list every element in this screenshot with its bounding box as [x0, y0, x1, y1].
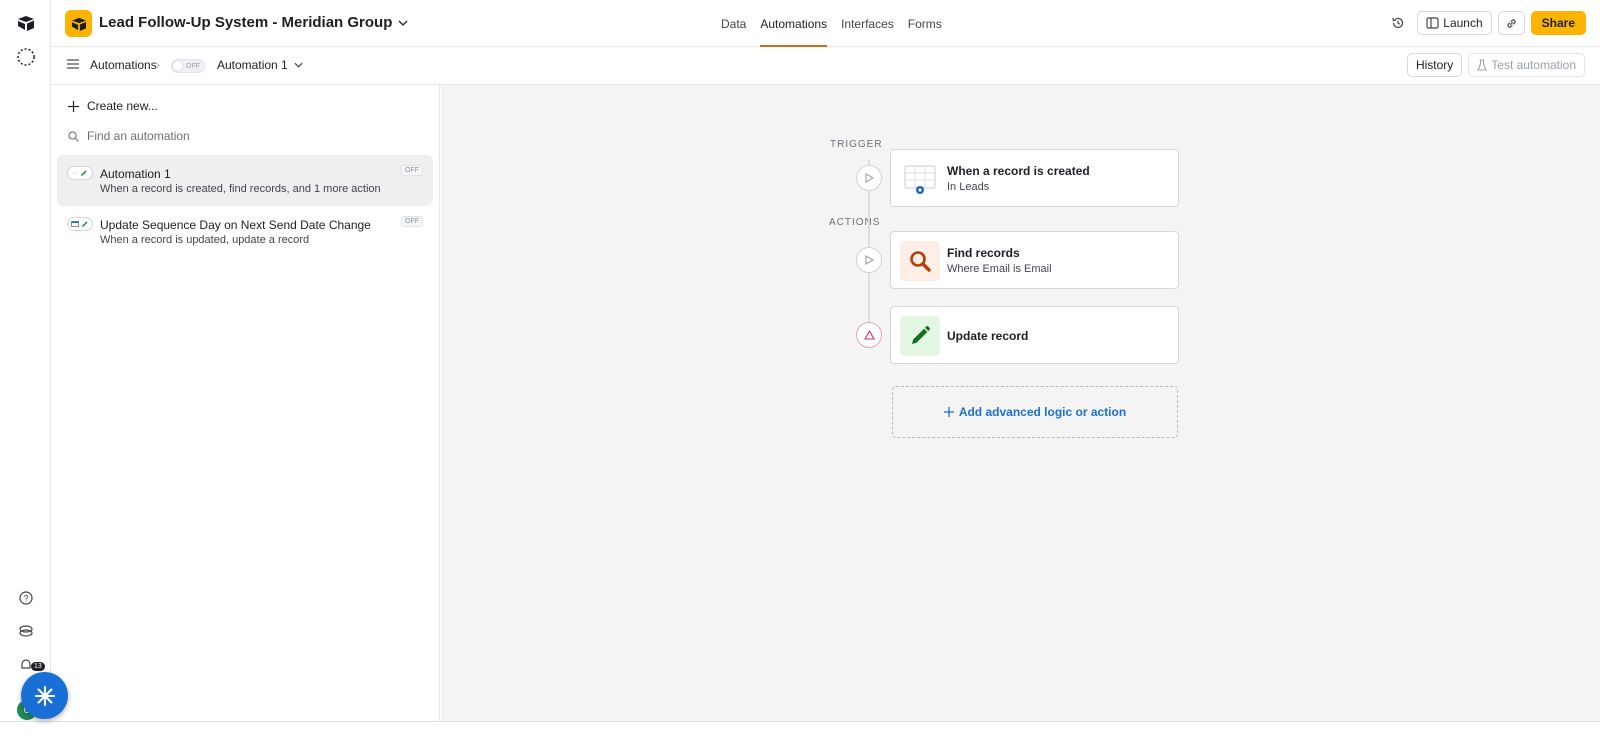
test-automation-label: Test automation: [1491, 58, 1576, 72]
automation-name: Update Sequence Day on Next Send Date Ch…: [100, 218, 371, 232]
action-title: Find records: [947, 246, 1020, 260]
chevron-down-icon: [398, 20, 408, 26]
trigger-title: When a record is created: [947, 164, 1090, 178]
main-nav: Data Automations Interfaces Forms: [721, 0, 942, 47]
svg-text:?: ?: [23, 594, 28, 604]
hamburger-menu-icon[interactable]: [67, 59, 79, 69]
base-title: Lead Follow-Up System - Meridian Group: [99, 14, 393, 31]
tab-automations[interactable]: Automations: [760, 0, 827, 47]
action-title: Update record: [947, 329, 1029, 343]
automations-list-panel: Create new... Find an automation ·· Auto…: [51, 85, 440, 721]
search-placeholder: Find an automation: [87, 129, 190, 143]
automation-subheader: Automations › OFF Automation 1 History T…: [51, 47, 1600, 85]
flask-icon: [1477, 59, 1488, 71]
help-icon[interactable]: ?: [16, 588, 36, 608]
automation-toggle[interactable]: OFF: [171, 59, 205, 73]
top-header: Lead Follow-Up System - Meridian Group D…: [51, 0, 1600, 47]
action-card-update-record[interactable]: Update record: [890, 306, 1179, 364]
plus-icon: [943, 407, 954, 417]
workspace-icon[interactable]: [16, 47, 36, 67]
copy-link-button[interactable]: [1497, 11, 1525, 35]
share-button[interactable]: Share: [1530, 11, 1586, 35]
launch-button[interactable]: Launch: [1417, 11, 1492, 35]
record-created-icon: [900, 159, 940, 199]
pencil-icon: [81, 170, 87, 176]
trigger-section-label: TRIGGER: [830, 139, 883, 150]
base-history-icon[interactable]: [1385, 11, 1411, 35]
automation-name: Automation 1: [100, 167, 171, 181]
tab-forms[interactable]: Forms: [908, 0, 942, 47]
action-subtitle: Where Email is Email: [947, 263, 1052, 275]
automation-canvas: TRIGGER ACTIONS When a record is created…: [441, 85, 1600, 721]
add-logic-label: Add advanced logic or action: [958, 405, 1127, 419]
chevron-down-icon: [294, 62, 303, 68]
warning-icon[interactable]: [856, 322, 882, 348]
search-icon: [68, 130, 79, 142]
toggle-label: OFF: [186, 62, 200, 70]
launch-label: Launch: [1443, 16, 1483, 30]
test-automation-button[interactable]: Test automation: [1468, 53, 1585, 77]
toggle-knob: [173, 61, 183, 71]
trigger-card[interactable]: When a record is created In Leads: [890, 149, 1179, 207]
breadcrumb-separator-icon: ›: [156, 58, 160, 72]
link-icon: [1507, 18, 1516, 28]
automation-list-item[interactable]: Update Sequence Day on Next Send Date Ch…: [57, 206, 433, 257]
marketplace-icon[interactable]: [16, 621, 36, 641]
base-icon[interactable]: [65, 10, 92, 37]
add-advanced-logic-button[interactable]: Add advanced logic or action: [892, 386, 1178, 438]
action-card-find-records[interactable]: Find records Where Email is Email: [890, 231, 1179, 289]
automation-steps-icons: ··: [67, 166, 93, 180]
pencil-icon: [82, 221, 88, 227]
snowflake-icon: [34, 685, 55, 706]
airtable-logo-icon[interactable]: [16, 13, 36, 33]
automation-steps-icons: [67, 217, 93, 231]
pencil-icon: [900, 316, 940, 356]
automation-search-input[interactable]: Find an automation: [68, 129, 190, 143]
trigger-dots-icon: ··: [71, 169, 77, 177]
create-new-button[interactable]: Create new...: [68, 99, 158, 113]
status-badge: OFF: [401, 216, 423, 227]
current-automation-dropdown[interactable]: Automation 1: [217, 58, 303, 72]
launch-icon: [1426, 17, 1439, 29]
automation-description: When a record is created, find records, …: [100, 183, 381, 195]
breadcrumb-automations[interactable]: Automations: [90, 58, 157, 72]
notification-badge: 13: [31, 662, 45, 671]
history-button[interactable]: History: [1406, 53, 1463, 77]
actions-section-label: ACTIONS: [829, 217, 881, 228]
trigger-subtitle: In Leads: [947, 181, 990, 193]
search-icon: [900, 241, 940, 281]
table-icon: [71, 221, 79, 227]
run-step-icon[interactable]: [856, 165, 882, 191]
base-title-button[interactable]: Lead Follow-Up System - Meridian Group: [99, 14, 408, 31]
status-badge: OFF: [401, 165, 423, 176]
run-step-icon[interactable]: [856, 247, 882, 273]
left-rail: ? 13 U: [0, 0, 51, 741]
tab-data[interactable]: Data: [721, 0, 746, 47]
window-bottom-edge: [0, 721, 1600, 741]
assistant-button[interactable]: [21, 672, 68, 719]
current-automation-name: Automation 1: [217, 58, 288, 72]
create-new-label: Create new...: [87, 99, 158, 113]
automation-list-item[interactable]: ·· Automation 1 When a record is created…: [57, 155, 433, 206]
automation-description: When a record is updated, update a recor…: [100, 234, 310, 246]
plus-icon: [68, 100, 79, 112]
tab-interfaces[interactable]: Interfaces: [841, 0, 894, 47]
